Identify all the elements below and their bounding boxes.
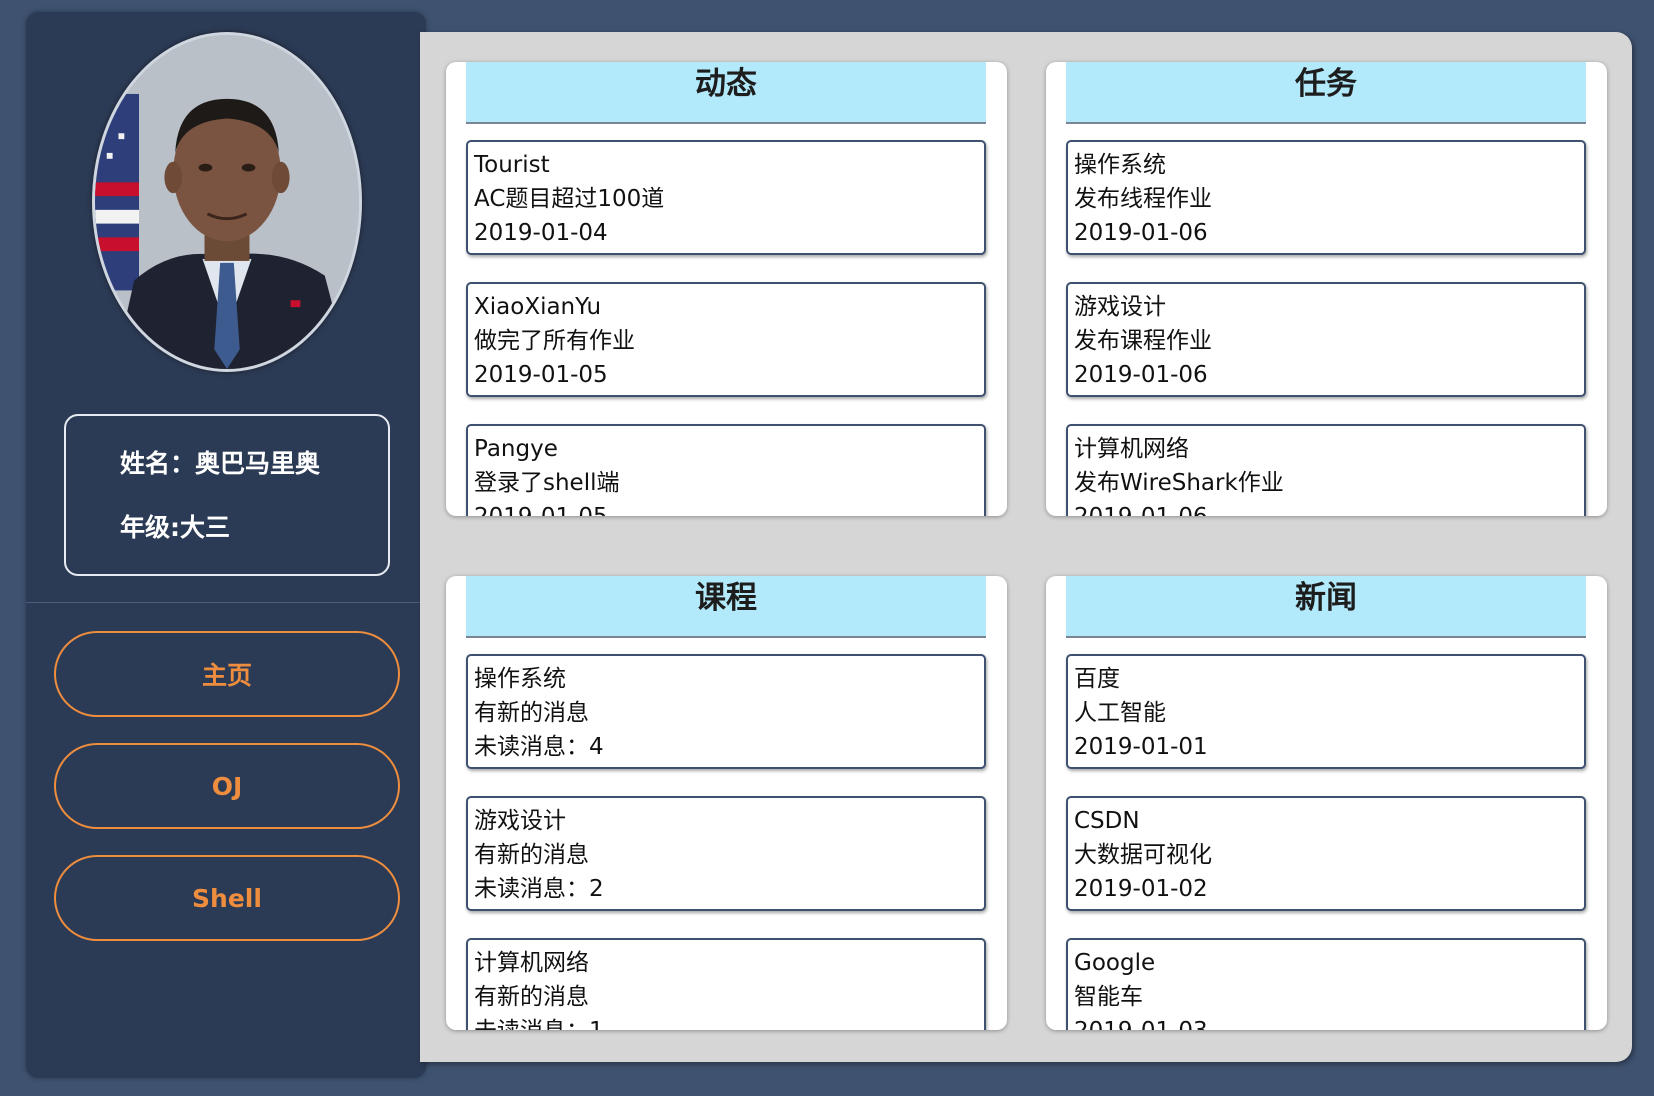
item-title: 计算机网络	[474, 950, 589, 976]
item-title: 游戏设计	[474, 808, 566, 834]
list-item[interactable]: Google 智能车 2019-01-03	[1066, 938, 1586, 1030]
item-date: 2019-01-06	[1074, 362, 1208, 388]
item-title: 操作系统	[474, 666, 566, 692]
nav-home-button[interactable]: 主页	[54, 631, 400, 717]
item-title: 百度	[1074, 666, 1120, 692]
item-detail: 有新的消息	[474, 700, 589, 726]
item-detail: 登录了shell端	[474, 470, 620, 496]
news-panel: 新闻 百度 人工智能 2019-01-01 CSDN 大数据可视化 2019-0…	[1046, 576, 1607, 1030]
item-title: XiaoXianYu	[474, 294, 602, 320]
item-title: CSDN	[1074, 808, 1140, 834]
item-unread: 未读消息：1	[474, 1014, 984, 1030]
item-date: 2019-01-06	[1074, 220, 1208, 246]
item-detail: 发布WireShark作业	[1074, 470, 1284, 496]
item-detail: 智能车	[1074, 984, 1143, 1010]
item-date: 2019-01-06	[1074, 500, 1584, 516]
item-title: Google	[1074, 950, 1156, 976]
item-date: 2019-01-05	[474, 500, 984, 516]
list-item[interactable]: 游戏设计 发布课程作业 2019-01-06	[1066, 282, 1586, 397]
item-detail: 有新的消息	[474, 984, 589, 1010]
sidebar-divider	[26, 602, 426, 603]
item-title: Pangye	[474, 436, 558, 462]
item-unread: 未读消息：4	[474, 734, 604, 760]
list-item[interactable]: 百度 人工智能 2019-01-01	[1066, 654, 1586, 769]
app-window: 姓名：奥巴马里奥 年级:大三 主页 OJ Shell 动态 Tourist AC…	[0, 0, 1654, 1096]
sidebar: 姓名：奥巴马里奥 年级:大三 主页 OJ Shell	[26, 12, 426, 1078]
profile-grade: 年级:大三	[120, 513, 230, 542]
main-content: 动态 Tourist AC题目超过100道 2019-01-04 XiaoXia…	[420, 32, 1632, 1062]
list-item[interactable]: 游戏设计 有新的消息 未读消息：2	[466, 796, 986, 911]
tasks-panel: 任务 操作系统 发布线程作业 2019-01-06 游戏设计 发布课程作业 20…	[1046, 62, 1607, 516]
item-date: 2019-01-02	[1074, 876, 1208, 902]
item-detail: 大数据可视化	[1074, 842, 1212, 868]
list-item[interactable]: 操作系统 有新的消息 未读消息：4	[466, 654, 986, 769]
item-date: 2019-01-03	[1074, 1014, 1584, 1030]
list-item[interactable]: XiaoXianYu 做完了所有作业 2019-01-05	[466, 282, 986, 397]
item-title: 游戏设计	[1074, 294, 1166, 320]
item-title: 计算机网络	[1074, 436, 1189, 462]
avatar-photo	[95, 35, 359, 369]
item-detail: 发布课程作业	[1074, 328, 1212, 354]
list-item[interactable]: 计算机网络 发布WireShark作业 2019-01-06	[1066, 424, 1586, 516]
avatar	[92, 32, 362, 372]
list-item[interactable]: Tourist AC题目超过100道 2019-01-04	[466, 140, 986, 255]
item-detail: 发布线程作业	[1074, 186, 1212, 212]
item-date: 2019-01-01	[1074, 734, 1208, 760]
nav-oj-button[interactable]: OJ	[54, 743, 400, 829]
item-detail: 人工智能	[1074, 700, 1166, 726]
list-item[interactable]: CSDN 大数据可视化 2019-01-02	[1066, 796, 1586, 911]
item-date: 2019-01-04	[474, 220, 608, 246]
panel-title: 动态	[466, 62, 986, 124]
profile-name: 姓名：奥巴马里奥	[120, 449, 321, 478]
item-detail: AC题目超过100道	[474, 186, 665, 212]
panel-title: 任务	[1066, 62, 1586, 124]
nav-shell-button[interactable]: Shell	[54, 855, 400, 941]
activity-panel: 动态 Tourist AC题目超过100道 2019-01-04 XiaoXia…	[446, 62, 1007, 516]
panel-title: 课程	[466, 576, 986, 638]
courses-panel: 课程 操作系统 有新的消息 未读消息：4 游戏设计 有新的消息 未读消息：2 计…	[446, 576, 1007, 1030]
item-unread: 未读消息：2	[474, 876, 604, 902]
list-item[interactable]: 操作系统 发布线程作业 2019-01-06	[1066, 140, 1586, 255]
item-detail: 有新的消息	[474, 842, 589, 868]
panel-title: 新闻	[1066, 576, 1586, 638]
profile-info-box: 姓名：奥巴马里奥 年级:大三	[64, 414, 390, 576]
item-date: 2019-01-05	[474, 362, 608, 388]
list-item[interactable]: 计算机网络 有新的消息 未读消息：1	[466, 938, 986, 1030]
item-title: 操作系统	[1074, 152, 1166, 178]
list-item[interactable]: Pangye 登录了shell端 2019-01-05	[466, 424, 986, 516]
item-title: Tourist	[474, 152, 550, 178]
item-detail: 做完了所有作业	[474, 328, 635, 354]
